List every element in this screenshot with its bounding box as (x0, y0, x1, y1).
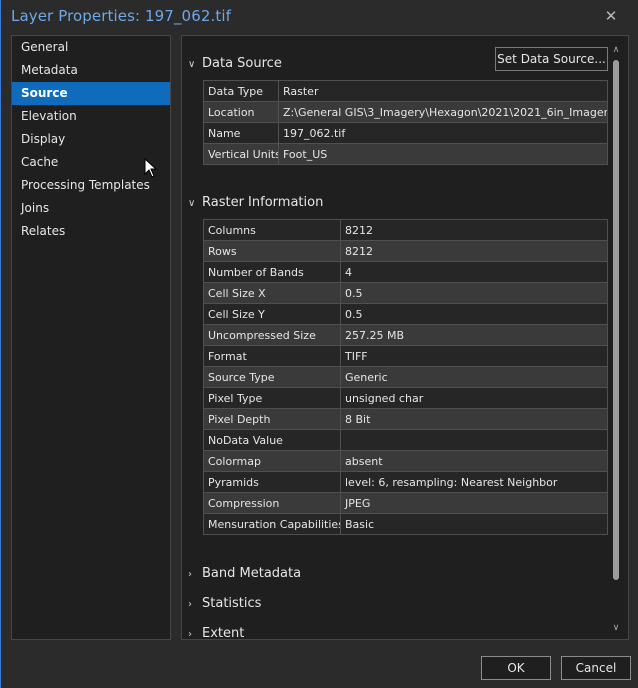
table-row: Pixel Depth 8 Bit (203, 408, 608, 430)
scroll-up-icon[interactable]: ∧ (610, 44, 622, 56)
table-row: Columns 8212 (203, 219, 608, 241)
band-metadata-section-header[interactable]: › Band Metadata (188, 564, 301, 584)
sidebar-item-elevation[interactable]: Elevation (12, 105, 170, 128)
table-row: NoData Value (203, 429, 608, 451)
property-value: level: 6, resampling: Nearest Neighbor (340, 471, 608, 493)
table-row: Name 197_062.tif (203, 122, 608, 144)
chevron-right-icon: › (188, 629, 192, 640)
property-value: unsigned char (340, 387, 608, 409)
table-row: Location Z:\General GIS\3_Imagery\Hexago… (203, 101, 608, 123)
sidebar-item-display[interactable]: Display (12, 128, 170, 151)
table-row: Colormap absent (203, 450, 608, 472)
property-value: 257.25 MB (340, 324, 608, 346)
table-row: Cell Size Y 0.5 (203, 303, 608, 325)
property-value: 8 Bit (340, 408, 608, 430)
raster-information-title: Raster Information (202, 195, 324, 210)
band-metadata-title: Band Metadata (202, 566, 302, 581)
property-key: Cell Size Y (203, 303, 341, 325)
property-key: Columns (203, 219, 341, 241)
property-key: Mensuration Capabilities (203, 513, 341, 535)
raster-information-table: Columns 8212 Rows 8212 Number of Bands 4 Ce… (203, 219, 608, 535)
property-value: 4 (340, 261, 608, 283)
window-title: Layer Properties: 197_062.tif (11, 7, 231, 25)
table-row: Compression JPEG (203, 492, 608, 514)
property-key: Rows (203, 240, 341, 262)
property-value: 0.5 (340, 282, 608, 304)
property-value: 8212 (340, 240, 608, 262)
table-row: Data Type Raster (203, 80, 608, 102)
close-icon[interactable]: ✕ (601, 6, 621, 26)
cancel-button[interactable]: Cancel (561, 656, 631, 680)
property-value: TIFF (340, 345, 608, 367)
property-value: JPEG (340, 492, 608, 514)
table-row: Uncompressed Size 257.25 MB (203, 324, 608, 346)
table-row: Source Type Generic (203, 366, 608, 388)
title-bar: Layer Properties: 197_062.tif ✕ (1, 0, 638, 34)
property-key: Compression (203, 492, 341, 514)
data-source-table: Data Type Raster Location Z:\General GIS… (203, 80, 608, 165)
statistics-title: Statistics (202, 596, 262, 611)
property-value: Raster (278, 80, 608, 102)
property-key: Pixel Depth (203, 408, 341, 430)
property-value (340, 429, 608, 451)
property-value: Basic (340, 513, 608, 535)
property-key: Vertical Units (203, 143, 279, 165)
property-value: Generic (340, 366, 608, 388)
property-key: Location (203, 101, 279, 123)
property-value: 8212 (340, 219, 608, 241)
property-key: Name (203, 122, 279, 144)
property-value: 0.5 (340, 303, 608, 325)
scroll-down-icon[interactable]: ∨ (610, 622, 622, 634)
property-key: Pyramids (203, 471, 341, 493)
extent-section-header[interactable]: › Extent (188, 624, 245, 640)
scroll-thumb[interactable] (613, 60, 619, 580)
table-row: Pixel Type unsigned char (203, 387, 608, 409)
property-key: Data Type (203, 80, 279, 102)
statistics-section-header[interactable]: › Statistics (188, 594, 261, 614)
property-value: Foot_US (278, 143, 608, 165)
sidebar-item-joins[interactable]: Joins (12, 197, 170, 220)
sidebar-item-source[interactable]: Source (12, 82, 170, 105)
chevron-right-icon: › (188, 599, 192, 610)
raster-information-section-header[interactable]: ∨ Raster Information (188, 193, 323, 213)
data-source-title: Data Source (202, 56, 282, 71)
extent-title: Extent (202, 626, 245, 640)
ok-button[interactable]: OK (481, 656, 551, 680)
property-key: NoData Value (203, 429, 341, 451)
table-row: Number of Bands 4 (203, 261, 608, 283)
chevron-down-icon: ∨ (188, 59, 196, 70)
sidebar-item-general[interactable]: General (12, 36, 170, 59)
property-key: Uncompressed Size (203, 324, 341, 346)
table-row: Rows 8212 (203, 240, 608, 262)
set-data-source-button[interactable]: Set Data Source... (495, 47, 608, 71)
property-value[interactable]: Z:\General GIS\3_Imagery\Hexagon\2021\20… (278, 101, 608, 123)
property-key: Source Type (203, 366, 341, 388)
layer-properties-window: Layer Properties: 197_062.tif ✕ General … (0, 0, 638, 688)
source-panel: ∨ Data Source Set Data Source... Data Typ… (181, 35, 629, 640)
property-value: 197_062.tif (278, 122, 608, 144)
table-row: Cell Size X 0.5 (203, 282, 608, 304)
property-value: absent (340, 450, 608, 472)
sidebar-item-metadata[interactable]: Metadata (12, 59, 170, 82)
table-row: Vertical Units Foot_US (203, 143, 608, 165)
vertical-scrollbar[interactable]: ∧ ∨ (610, 44, 622, 634)
sidebar-nav: General Metadata Source Elevation Displa… (11, 35, 171, 640)
property-key: Cell Size X (203, 282, 341, 304)
sidebar-item-relates[interactable]: Relates (12, 220, 170, 243)
chevron-down-icon: ∨ (188, 198, 196, 209)
chevron-right-icon: › (188, 569, 192, 580)
data-source-section-header[interactable]: ∨ Data Source (188, 54, 282, 74)
property-key: Colormap (203, 450, 341, 472)
table-row: Mensuration Capabilities Basic (203, 513, 608, 535)
property-key: Pixel Type (203, 387, 341, 409)
property-key: Format (203, 345, 341, 367)
table-row: Format TIFF (203, 345, 608, 367)
property-key: Number of Bands (203, 261, 341, 283)
table-row: Pyramids level: 6, resampling: Nearest Ne… (203, 471, 608, 493)
mouse-pointer-icon (144, 158, 158, 178)
